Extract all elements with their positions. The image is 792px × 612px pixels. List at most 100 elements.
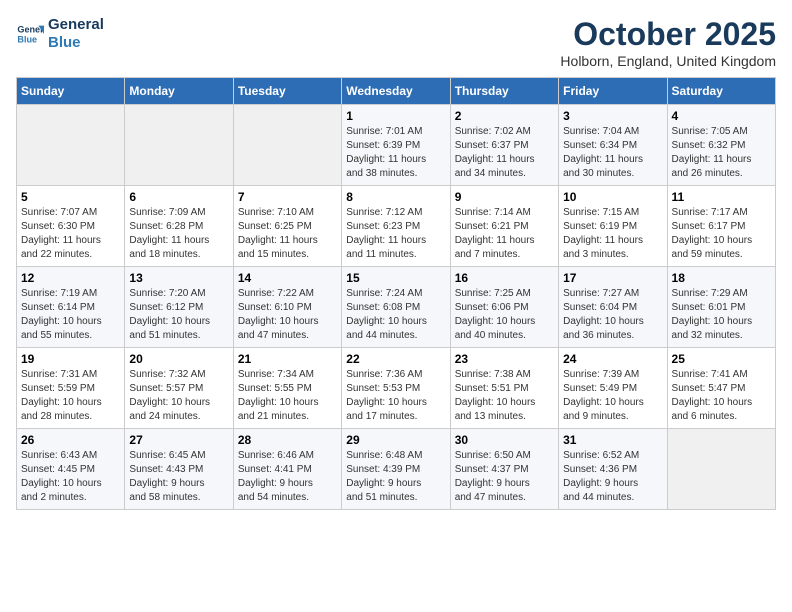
day-number: 27: [129, 433, 228, 447]
day-info: Sunrise: 6:48 AM Sunset: 4:39 PM Dayligh…: [346, 449, 445, 505]
day-info: Sunrise: 6:52 AM Sunset: 4:36 PM Dayligh…: [563, 449, 662, 505]
day-info: Sunrise: 7:19 AM Sunset: 6:14 PM Dayligh…: [21, 287, 120, 343]
title-block: October 2025 Holborn, England, United Ki…: [560, 16, 776, 69]
table-row: [17, 105, 125, 186]
day-number: 2: [455, 109, 554, 123]
table-row: 10 Sunrise: 7:15 AM Sunset: 6:19 PM Dayli…: [559, 186, 667, 267]
day-info: Sunrise: 6:43 AM Sunset: 4:45 PM Dayligh…: [21, 449, 120, 505]
day-number: 6: [129, 190, 228, 204]
day-info: Sunrise: 7:27 AM Sunset: 6:04 PM Dayligh…: [563, 287, 662, 343]
day-number: 12: [21, 271, 120, 285]
table-row: 22 Sunrise: 7:36 AM Sunset: 5:53 PM Dayli…: [342, 348, 450, 429]
col-sunday: Sunday: [17, 78, 125, 105]
table-row: 1Sunrise: 7:01 AM Sunset: 6:39 PM Daylig…: [342, 105, 450, 186]
day-info: Sunrise: 7:10 AM Sunset: 6:25 PM Dayligh…: [238, 206, 337, 262]
header-row: Sunday Monday Tuesday Wednesday Thursday…: [17, 78, 776, 105]
col-thursday: Thursday: [450, 78, 558, 105]
day-number: 17: [563, 271, 662, 285]
day-number: 11: [672, 190, 771, 204]
table-row: 6 Sunrise: 7:09 AM Sunset: 6:28 PM Daylig…: [125, 186, 233, 267]
table-row: 31 Sunrise: 6:52 AM Sunset: 4:36 PM Dayli…: [559, 429, 667, 510]
day-info: Sunrise: 7:29 AM Sunset: 6:01 PM Dayligh…: [672, 287, 771, 343]
page-header: General Blue General Blue October 2025 H…: [16, 16, 776, 69]
day-number: 29: [346, 433, 445, 447]
table-row: 16 Sunrise: 7:25 AM Sunset: 6:06 PM Dayli…: [450, 267, 558, 348]
day-info: Sunrise: 7:25 AM Sunset: 6:06 PM Dayligh…: [455, 287, 554, 343]
day-number: 20: [129, 352, 228, 366]
col-tuesday: Tuesday: [233, 78, 341, 105]
table-row: 11 Sunrise: 7:17 AM Sunset: 6:17 PM Dayli…: [667, 186, 775, 267]
table-row: 26 Sunrise: 6:43 AM Sunset: 4:45 PM Dayli…: [17, 429, 125, 510]
table-row: 5 Sunrise: 7:07 AM Sunset: 6:30 PM Daylig…: [17, 186, 125, 267]
table-row: 4 Sunrise: 7:05 AM Sunset: 6:32 PM Daylig…: [667, 105, 775, 186]
day-number: 31: [563, 433, 662, 447]
day-number: 4: [672, 109, 771, 123]
day-number: 5: [21, 190, 120, 204]
day-info: Sunrise: 6:46 AM Sunset: 4:41 PM Dayligh…: [238, 449, 337, 505]
table-row: 7 Sunrise: 7:10 AM Sunset: 6:25 PM Daylig…: [233, 186, 341, 267]
logo: General Blue General Blue: [16, 16, 104, 52]
svg-text:Blue: Blue: [17, 34, 37, 44]
table-row: 3Sunrise: 7:04 AM Sunset: 6:34 PM Daylig…: [559, 105, 667, 186]
day-number: 7: [238, 190, 337, 204]
day-number: 9: [455, 190, 554, 204]
table-row: 24Sunrise: 7:39 AM Sunset: 5:49 PM Dayli…: [559, 348, 667, 429]
day-info: Sunrise: 7:07 AM Sunset: 6:30 PM Dayligh…: [21, 206, 120, 262]
col-friday: Friday: [559, 78, 667, 105]
day-info: Sunrise: 7:02 AM Sunset: 6:37 PM Dayligh…: [455, 125, 554, 181]
day-info: Sunrise: 6:45 AM Sunset: 4:43 PM Dayligh…: [129, 449, 228, 505]
table-row: 29 Sunrise: 6:48 AM Sunset: 4:39 PM Dayli…: [342, 429, 450, 510]
day-info: Sunrise: 7:34 AM Sunset: 5:55 PM Dayligh…: [238, 368, 337, 424]
day-info: Sunrise: 7:20 AM Sunset: 6:12 PM Dayligh…: [129, 287, 228, 343]
day-info: Sunrise: 7:05 AM Sunset: 6:32 PM Dayligh…: [672, 125, 771, 181]
day-number: 24: [563, 352, 662, 366]
table-row: 12 Sunrise: 7:19 AM Sunset: 6:14 PM Dayli…: [17, 267, 125, 348]
table-row: 8Sunrise: 7:12 AM Sunset: 6:23 PM Daylig…: [342, 186, 450, 267]
calendar-week-1: 1Sunrise: 7:01 AM Sunset: 6:39 PM Daylig…: [17, 105, 776, 186]
table-row: 2 Sunrise: 7:02 AM Sunset: 6:37 PM Daylig…: [450, 105, 558, 186]
calendar-week-4: 19Sunrise: 7:31 AM Sunset: 5:59 PM Dayli…: [17, 348, 776, 429]
table-row: 25Sunrise: 7:41 AM Sunset: 5:47 PM Dayli…: [667, 348, 775, 429]
table-row: 15 Sunrise: 7:24 AM Sunset: 6:08 PM Dayli…: [342, 267, 450, 348]
table-row: [233, 105, 341, 186]
table-row: [125, 105, 233, 186]
day-number: 8: [346, 190, 445, 204]
day-number: 16: [455, 271, 554, 285]
day-number: 30: [455, 433, 554, 447]
day-info: Sunrise: 7:32 AM Sunset: 5:57 PM Dayligh…: [129, 368, 228, 424]
day-info: Sunrise: 6:50 AM Sunset: 4:37 PM Dayligh…: [455, 449, 554, 505]
day-info: Sunrise: 7:14 AM Sunset: 6:21 PM Dayligh…: [455, 206, 554, 262]
table-row: 28Sunrise: 6:46 AM Sunset: 4:41 PM Dayli…: [233, 429, 341, 510]
day-info: Sunrise: 7:31 AM Sunset: 5:59 PM Dayligh…: [21, 368, 120, 424]
table-row: 23Sunrise: 7:38 AM Sunset: 5:51 PM Dayli…: [450, 348, 558, 429]
day-info: Sunrise: 7:09 AM Sunset: 6:28 PM Dayligh…: [129, 206, 228, 262]
table-row: 19Sunrise: 7:31 AM Sunset: 5:59 PM Dayli…: [17, 348, 125, 429]
day-number: 21: [238, 352, 337, 366]
logo-icon: General Blue: [16, 20, 44, 48]
col-wednesday: Wednesday: [342, 78, 450, 105]
day-number: 23: [455, 352, 554, 366]
calendar-week-2: 5 Sunrise: 7:07 AM Sunset: 6:30 PM Daylig…: [17, 186, 776, 267]
logo-text-general: General: [48, 16, 104, 34]
day-info: Sunrise: 7:17 AM Sunset: 6:17 PM Dayligh…: [672, 206, 771, 262]
calendar-table: Sunday Monday Tuesday Wednesday Thursday…: [16, 77, 776, 510]
day-number: 25: [672, 352, 771, 366]
day-info: Sunrise: 7:36 AM Sunset: 5:53 PM Dayligh…: [346, 368, 445, 424]
day-number: 10: [563, 190, 662, 204]
day-info: Sunrise: 7:22 AM Sunset: 6:10 PM Dayligh…: [238, 287, 337, 343]
logo-text-blue: Blue: [48, 34, 104, 52]
table-row: 30 Sunrise: 6:50 AM Sunset: 4:37 PM Dayli…: [450, 429, 558, 510]
day-number: 15: [346, 271, 445, 285]
day-number: 22: [346, 352, 445, 366]
day-info: Sunrise: 7:04 AM Sunset: 6:34 PM Dayligh…: [563, 125, 662, 181]
day-info: Sunrise: 7:15 AM Sunset: 6:19 PM Dayligh…: [563, 206, 662, 262]
table-row: 20 Sunrise: 7:32 AM Sunset: 5:57 PM Dayli…: [125, 348, 233, 429]
day-info: Sunrise: 7:24 AM Sunset: 6:08 PM Dayligh…: [346, 287, 445, 343]
day-number: 26: [21, 433, 120, 447]
table-row: 9 Sunrise: 7:14 AM Sunset: 6:21 PM Daylig…: [450, 186, 558, 267]
table-row: 21 Sunrise: 7:34 AM Sunset: 5:55 PM Dayli…: [233, 348, 341, 429]
col-monday: Monday: [125, 78, 233, 105]
day-number: 1: [346, 109, 445, 123]
calendar-week-5: 26 Sunrise: 6:43 AM Sunset: 4:45 PM Dayli…: [17, 429, 776, 510]
day-number: 13: [129, 271, 228, 285]
